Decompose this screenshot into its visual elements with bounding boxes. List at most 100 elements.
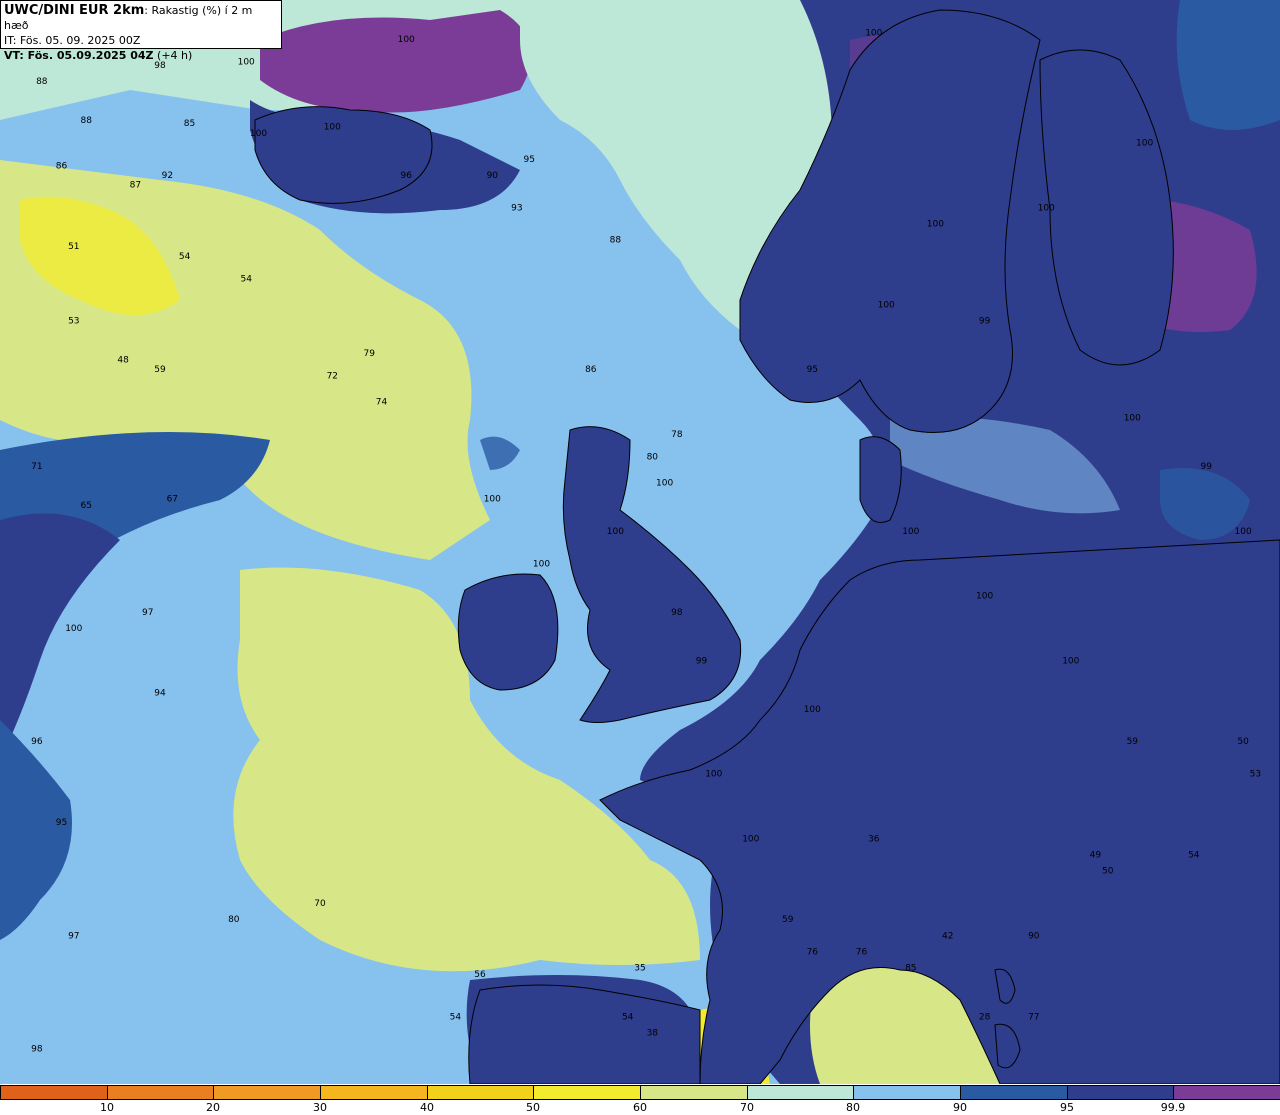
field-value-label: 100 bbox=[533, 559, 550, 569]
field-value-label: 100 bbox=[1038, 203, 1055, 213]
field-value-label: 67 bbox=[167, 495, 178, 505]
colorbar-swatch bbox=[106, 1086, 214, 1099]
field-value-label: 100 bbox=[742, 834, 759, 844]
field-value-label: 79 bbox=[363, 349, 375, 359]
field-value-label: 53 bbox=[68, 317, 79, 327]
field-value-label: 70 bbox=[314, 899, 326, 909]
field-value-label: 100 bbox=[324, 122, 341, 132]
field-value-label: 100 bbox=[607, 527, 624, 537]
field-value-label: 88 bbox=[80, 116, 92, 126]
field-value-label: 86 bbox=[56, 161, 68, 171]
field-value-label: 59 bbox=[782, 915, 794, 925]
field-value-label: 48 bbox=[117, 355, 129, 365]
colorbar-tick-label: 40 bbox=[420, 1101, 434, 1114]
field-value-label: 42 bbox=[942, 931, 953, 941]
field-value-label: 92 bbox=[162, 171, 173, 181]
field-value-label: 54 bbox=[1188, 851, 1200, 861]
field-value-label: 76 bbox=[856, 948, 868, 958]
field-value-label: 77 bbox=[1028, 1012, 1039, 1022]
field-value-label: 90 bbox=[487, 171, 499, 181]
field-value-label: 96 bbox=[31, 737, 43, 747]
field-value-label: 97 bbox=[142, 608, 153, 618]
colorbar-swatch bbox=[960, 1086, 1067, 1099]
colorbar-swatch bbox=[320, 1086, 427, 1099]
field-value-label: 100 bbox=[705, 770, 722, 780]
humidity-field-map: 97 100 100 88 98 100 88 85 100 100 96 90 86 87 92 51 54 5… bbox=[0, 0, 1280, 1084]
field-value-label: 100 bbox=[865, 29, 882, 39]
field-value-label: 99 bbox=[696, 656, 708, 666]
field-value-label: 71 bbox=[31, 462, 42, 472]
field-value-label: 100 bbox=[1136, 139, 1153, 149]
field-value-label: 49 bbox=[1090, 851, 1102, 861]
field-value-label: 38 bbox=[647, 1029, 659, 1039]
colorbar-swatch bbox=[1066, 1086, 1174, 1099]
colorbar-tick-label: 90 bbox=[953, 1101, 967, 1114]
title-line: UWC/DINI EUR 2km: Rakastig (%) í 2 m hæð bbox=[4, 3, 278, 33]
field-value-label: 97 bbox=[68, 931, 79, 941]
colorbar-swatch bbox=[213, 1086, 321, 1099]
field-value-label: 100 bbox=[902, 527, 919, 537]
field-value-label: 51 bbox=[68, 242, 79, 252]
valid-time: VT: Fös. 05.09.2025 04Z bbox=[4, 49, 154, 62]
colorbar-swatch bbox=[853, 1086, 961, 1099]
field-value-label: 56 bbox=[474, 970, 486, 980]
field-value-label: 80 bbox=[228, 915, 240, 925]
colorbar-swatch bbox=[533, 1086, 641, 1099]
colorbar-tick-label: 50 bbox=[526, 1101, 540, 1114]
colorbar-tick-label: 30 bbox=[313, 1101, 327, 1114]
field-value-label: 99 bbox=[1200, 462, 1212, 472]
field-value-label: 95 bbox=[56, 818, 67, 828]
field-value-label: 99 bbox=[979, 317, 991, 327]
field-value-label: 100 bbox=[878, 300, 895, 310]
colorbar-tick-label: 60 bbox=[633, 1101, 647, 1114]
field-value-label: 100 bbox=[1235, 527, 1252, 537]
field-value-label: 54 bbox=[622, 1012, 634, 1022]
field-value-label: 100 bbox=[1062, 656, 1079, 666]
field-value-label: 50 bbox=[1237, 737, 1249, 747]
colorbar: 10 20 30 40 50 60 70 80 90 95 99.9 bbox=[0, 1084, 1280, 1115]
field-value-label: 59 bbox=[154, 365, 166, 375]
colorbar-tick-label: 80 bbox=[846, 1101, 860, 1114]
colorbar-swatches bbox=[0, 1085, 1280, 1100]
field-value-label: 54 bbox=[450, 1012, 462, 1022]
colorbar-swatch bbox=[1173, 1086, 1280, 1099]
colorbar-tick-label: 99.9 bbox=[1160, 1101, 1186, 1114]
colorbar-ticks: 10 20 30 40 50 60 70 80 90 95 99.9 bbox=[0, 1100, 1280, 1115]
field-value-label: 54 bbox=[240, 275, 252, 285]
field-value-label: 100 bbox=[1124, 414, 1141, 424]
field-value-label: 100 bbox=[398, 35, 415, 45]
field-value-label: 85 bbox=[905, 964, 916, 974]
colorbar-tick-label: 10 bbox=[100, 1101, 114, 1114]
field-value-label: 100 bbox=[656, 478, 673, 488]
field-value-label: 95 bbox=[523, 155, 534, 165]
field-value-label: 95 bbox=[807, 365, 818, 375]
field-value-label: 90 bbox=[1028, 931, 1040, 941]
colorbar-tick-label: 20 bbox=[206, 1101, 220, 1114]
field-value-label: 100 bbox=[65, 624, 82, 634]
field-value-label: 100 bbox=[976, 592, 993, 602]
colorbar-tick-label: 70 bbox=[740, 1101, 754, 1114]
field-value-label: 36 bbox=[868, 834, 880, 844]
colorbar-swatch bbox=[640, 1086, 747, 1099]
field-value-label: 98 bbox=[31, 1045, 43, 1055]
colorbar-swatch bbox=[0, 1086, 107, 1099]
init-time: IT: Fös. 05. 09. 2025 00Z bbox=[4, 34, 141, 47]
model-name: UWC/DINI EUR 2km bbox=[4, 3, 145, 18]
field-value-label: 65 bbox=[80, 501, 91, 511]
field-value-label: 100 bbox=[804, 705, 821, 715]
field-value-label: 76 bbox=[807, 948, 819, 958]
field-value-label: 93 bbox=[511, 203, 522, 213]
field-value-label: 35 bbox=[634, 964, 645, 974]
field-value-label: 50 bbox=[1102, 867, 1114, 877]
field-value-label: 88 bbox=[36, 77, 48, 87]
ireland bbox=[457, 573, 559, 691]
weather-map: 97 100 100 88 98 100 88 85 100 100 96 90 86 87 92 51 54 5… bbox=[0, 0, 1280, 1084]
field-value-label: 28 bbox=[979, 1012, 991, 1022]
field-value-label: 80 bbox=[647, 453, 659, 463]
field-value-label: 85 bbox=[184, 119, 195, 129]
field-value-label: 54 bbox=[179, 252, 191, 262]
field-value-label: 94 bbox=[154, 689, 166, 699]
field-value-label: 87 bbox=[130, 181, 141, 191]
colorbar-swatch bbox=[426, 1086, 534, 1099]
field-value-label: 78 bbox=[671, 430, 683, 440]
